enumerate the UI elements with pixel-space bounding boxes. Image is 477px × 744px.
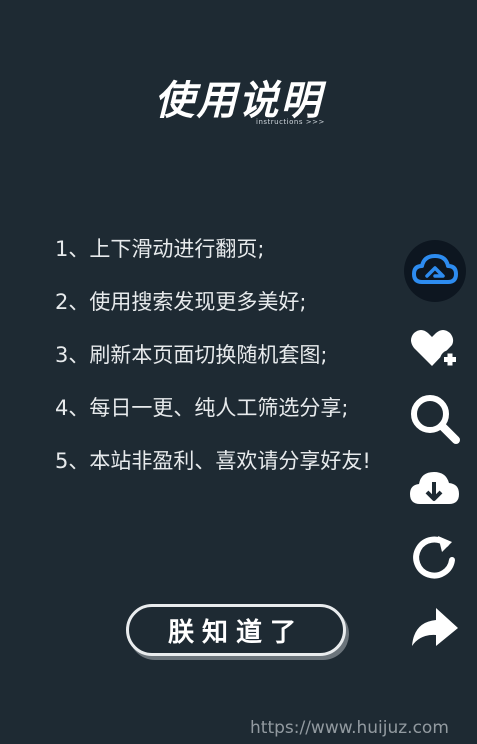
ok-button-label: 朕知道了 [167, 617, 304, 648]
instruction-item: 5、本站非盈利、喜欢请分享好友! [55, 449, 371, 473]
ok-button[interactable]: 朕知道了 [126, 604, 346, 656]
refresh-icon[interactable] [406, 530, 462, 586]
cloud-logo-icon[interactable] [404, 240, 466, 302]
watermark: https://www.huijuz.com [250, 718, 449, 738]
instructions-list: 1、上下滑动进行翻页; 2、使用搜索发现更多美好; 3、刷新本页面切换随机套图;… [55, 232, 371, 497]
page-title: 使用说明 [154, 78, 323, 124]
instruction-item: 1、上下滑动进行翻页; [55, 237, 265, 261]
search-icon[interactable] [406, 390, 462, 446]
instruction-item: 4、每日一更、纯人工筛选分享; [55, 396, 349, 420]
share-icon[interactable] [406, 600, 462, 656]
instruction-item: 3、刷新本页面切换随机套图; [55, 343, 328, 367]
page-subtitle: instructions >>> [256, 118, 325, 126]
heart-plus-icon[interactable] [406, 320, 462, 376]
cloud-download-icon[interactable] [406, 460, 462, 516]
instruction-item: 2、使用搜索发现更多美好; [55, 290, 307, 314]
